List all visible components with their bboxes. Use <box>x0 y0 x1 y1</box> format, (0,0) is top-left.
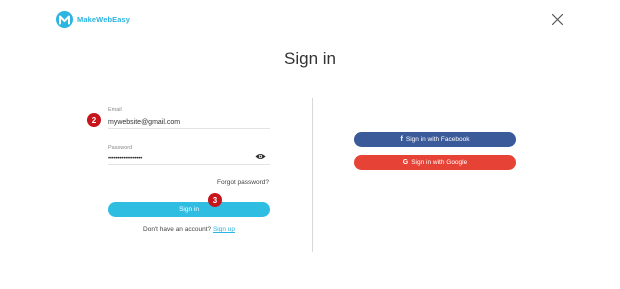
email-label: Email <box>108 107 122 113</box>
brand-logo[interactable]: MakeWebEasy <box>56 11 130 28</box>
close-button[interactable] <box>551 13 564 26</box>
signup-prompt-text: Don't have an account? <box>143 226 212 233</box>
google-icon: G <box>402 159 409 166</box>
facebook-icon: f <box>400 136 403 143</box>
sign-in-button[interactable]: Sign in <box>108 202 270 217</box>
facebook-button-label: Sign in with Facebook <box>405 136 470 143</box>
page-title: Sign in <box>284 49 336 68</box>
close-icon <box>551 13 564 26</box>
facebook-sign-in-button[interactable]: f Sign in with Facebook <box>354 132 516 147</box>
makewebeasy-logo-icon <box>56 11 73 28</box>
step-badge-2: 2 <box>87 113 101 127</box>
step-badge-3: 3 <box>208 193 222 207</box>
email-input[interactable]: mywebsite@gmail.com <box>108 118 270 127</box>
email-field[interactable]: Email mywebsite@gmail.com <box>108 106 270 129</box>
vertical-divider <box>312 98 313 252</box>
password-field[interactable]: Password •••••••••••••••••• <box>108 144 270 165</box>
google-button-label: Sign in with Google <box>411 159 468 166</box>
forgot-password-link[interactable]: Forgot password? <box>217 179 269 186</box>
brand-name: MakeWebEasy <box>77 15 131 24</box>
eye-icon[interactable] <box>255 153 266 160</box>
google-sign-in-button[interactable]: G Sign in with Google <box>354 155 516 170</box>
signup-prompt-row: Don't have an account? Sign up <box>108 226 270 233</box>
sign-up-link[interactable]: Sign up <box>213 226 235 233</box>
password-label: Password <box>108 145 133 151</box>
password-input[interactable]: •••••••••••••••••• <box>108 155 270 164</box>
